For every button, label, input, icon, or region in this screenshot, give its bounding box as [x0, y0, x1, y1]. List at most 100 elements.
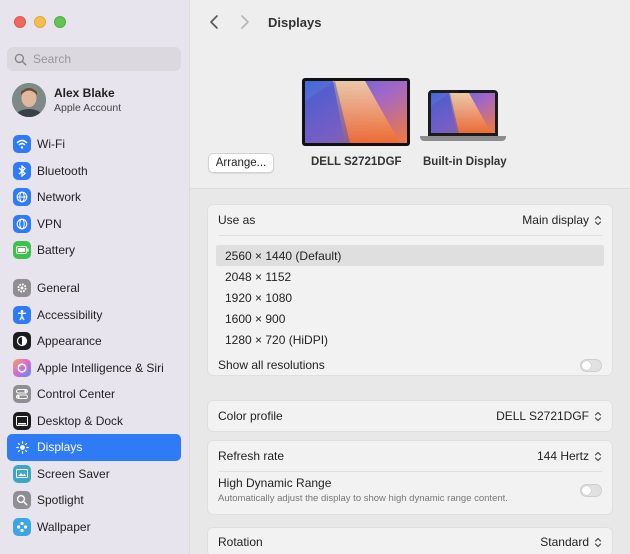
sidebar: Alex Blake Apple Account Wi-Fi Bluetooth: [0, 0, 190, 554]
use-as-label: Use as: [218, 213, 256, 227]
network-icon: [13, 188, 31, 207]
rotation-label: Rotation: [218, 535, 263, 549]
hdr-label: High Dynamic Range: [218, 476, 332, 490]
resolution-option[interactable]: 1280 × 720 (HiDPI): [216, 329, 604, 350]
hdr-toggle[interactable]: [580, 483, 602, 497]
accessibility-icon: [13, 305, 31, 324]
sidebar-item-general[interactable]: General: [7, 275, 181, 302]
appearance-icon: [13, 332, 31, 351]
use-as-row: Use as Main display: [218, 213, 602, 227]
sidebar-item-label: Displays: [37, 440, 83, 455]
show-all-label: Show all resolutions: [218, 358, 325, 372]
wifi-icon: [13, 135, 31, 154]
sidebar-item-label: General: [37, 281, 80, 296]
page-title: Displays: [268, 15, 322, 30]
sidebar-item-label: Spotlight: [37, 493, 84, 508]
spotlight-icon: [13, 491, 31, 510]
close-window-button[interactable]: [14, 16, 26, 28]
zoom-window-button[interactable]: [54, 16, 66, 28]
sidebar-item-network[interactable]: Network: [7, 184, 181, 211]
resolution-option[interactable]: 2560 × 1440 (Default): [216, 245, 604, 266]
sidebar-item-bluetooth[interactable]: Bluetooth: [7, 158, 181, 185]
updown-chevron-icon: [594, 411, 602, 421]
sidebar-item-control-center[interactable]: Control Center: [7, 381, 181, 408]
refresh-hdr-card: Refresh rate 144 Hertz High Dynamic Rang…: [207, 440, 613, 515]
sidebar-item-accessibility[interactable]: Accessibility: [7, 302, 181, 329]
settings-content: Use as Main display 2560 × 1440 (Default…: [190, 188, 630, 554]
sidebar-item-vpn[interactable]: VPN: [7, 211, 181, 238]
toolbar: Displays: [190, 0, 630, 44]
use-as-card: Use as Main display 2560 × 1440 (Default…: [207, 204, 613, 376]
show-all-toggle[interactable]: [580, 358, 602, 372]
color-profile-row: Color profile DELL S2721DGF: [218, 409, 602, 423]
rotation-select[interactable]: Standard: [540, 535, 602, 549]
screen-saver-icon: [13, 464, 31, 483]
sidebar-item-label: Network: [37, 190, 82, 205]
sidebar-item-appearance[interactable]: Appearance: [7, 328, 181, 355]
sidebar-item-displays[interactable]: Displays: [7, 434, 181, 461]
minimize-window-button[interactable]: [34, 16, 46, 28]
main-pane: Displays Arrange... DELL S2721DGF Built-…: [190, 0, 630, 554]
updown-chevron-icon: [594, 451, 602, 461]
rotation-row: Rotation Standard: [218, 535, 602, 549]
sidebar-item-label: Desktop & Dock: [37, 413, 124, 428]
dock-icon: [13, 411, 31, 430]
color-profile-value: DELL S2721DGF: [496, 409, 589, 423]
external-display-thumbnail[interactable]: [302, 78, 410, 146]
external-display-name[interactable]: DELL S2721DGF: [311, 156, 402, 168]
sidebar-item-spotlight[interactable]: Spotlight: [7, 487, 181, 514]
control-center-icon: [13, 385, 31, 404]
color-profile-card: Color profile DELL S2721DGF: [207, 400, 613, 432]
divider: [218, 235, 602, 236]
updown-chevron-icon: [594, 215, 602, 225]
sidebar-item-label: Wallpaper: [37, 519, 91, 534]
forward-chevron-icon[interactable]: [238, 14, 252, 30]
search-field[interactable]: [7, 47, 181, 71]
sidebar-group-connectivity: Wi-Fi Bluetooth Network VPN Battery: [7, 131, 181, 264]
sidebar-item-apple-intelligence[interactable]: Apple Intelligence & Siri: [7, 355, 181, 382]
window-controls: [14, 16, 66, 28]
sidebar-item-screen-saver[interactable]: Screen Saver: [7, 461, 181, 488]
battery-icon: [13, 241, 31, 260]
show-all-row: Show all resolutions: [218, 358, 602, 372]
sidebar-item-label: Battery: [37, 243, 76, 258]
refresh-rate-select[interactable]: 144 Hertz: [537, 449, 602, 463]
sidebar-item-label: Appearance: [37, 334, 102, 349]
divider: [218, 471, 602, 472]
sidebar-item-label: Wi-Fi: [37, 137, 65, 152]
sidebar-item-label: VPN: [37, 216, 62, 231]
account-name: Alex Blake: [54, 86, 115, 100]
resolution-option[interactable]: 1920 × 1080: [216, 287, 604, 308]
arrange-button[interactable]: Arrange...: [208, 153, 274, 173]
color-profile-select[interactable]: DELL S2721DGF: [496, 409, 602, 423]
sidebar-item-desktop-dock[interactable]: Desktop & Dock: [7, 408, 181, 435]
refresh-rate-label: Refresh rate: [218, 449, 285, 463]
builtin-display-name[interactable]: Built-in Display: [423, 156, 507, 168]
wallpaper-icon: [13, 517, 31, 536]
resolution-list: 2560 × 1440 (Default) 2048 × 1152 1920 ×…: [216, 245, 604, 350]
use-as-select[interactable]: Main display: [522, 213, 602, 227]
sidebar-item-wallpaper[interactable]: Wallpaper: [7, 514, 181, 541]
sidebar-group-system: General Accessibility Appearance Apple I…: [7, 275, 181, 540]
settings-window: Alex Blake Apple Account Wi-Fi Bluetooth: [0, 0, 630, 554]
search-icon: [14, 53, 27, 65]
sidebar-item-label: Bluetooth: [37, 163, 88, 178]
use-as-value: Main display: [522, 213, 589, 227]
avatar: [12, 83, 46, 117]
resolution-option[interactable]: 1600 × 900: [216, 308, 604, 329]
back-chevron-icon[interactable]: [207, 14, 221, 30]
account-row[interactable]: Alex Blake Apple Account: [12, 83, 121, 117]
builtin-display-thumbnail[interactable]: [428, 90, 498, 136]
rotation-card: Rotation Standard: [207, 527, 613, 554]
sidebar-item-wifi[interactable]: Wi-Fi: [7, 131, 181, 158]
color-profile-label: Color profile: [218, 409, 283, 423]
rotation-value: Standard: [540, 535, 589, 549]
siri-icon: [13, 358, 31, 377]
sidebar-item-label: Screen Saver: [37, 466, 110, 481]
search-input[interactable]: [33, 52, 173, 66]
account-subtitle: Apple Account: [54, 102, 122, 114]
sidebar-item-battery[interactable]: Battery: [7, 237, 181, 264]
resolution-option[interactable]: 2048 × 1152: [216, 266, 604, 287]
refresh-rate-value: 144 Hertz: [536, 449, 589, 463]
displays-icon: [13, 438, 31, 457]
